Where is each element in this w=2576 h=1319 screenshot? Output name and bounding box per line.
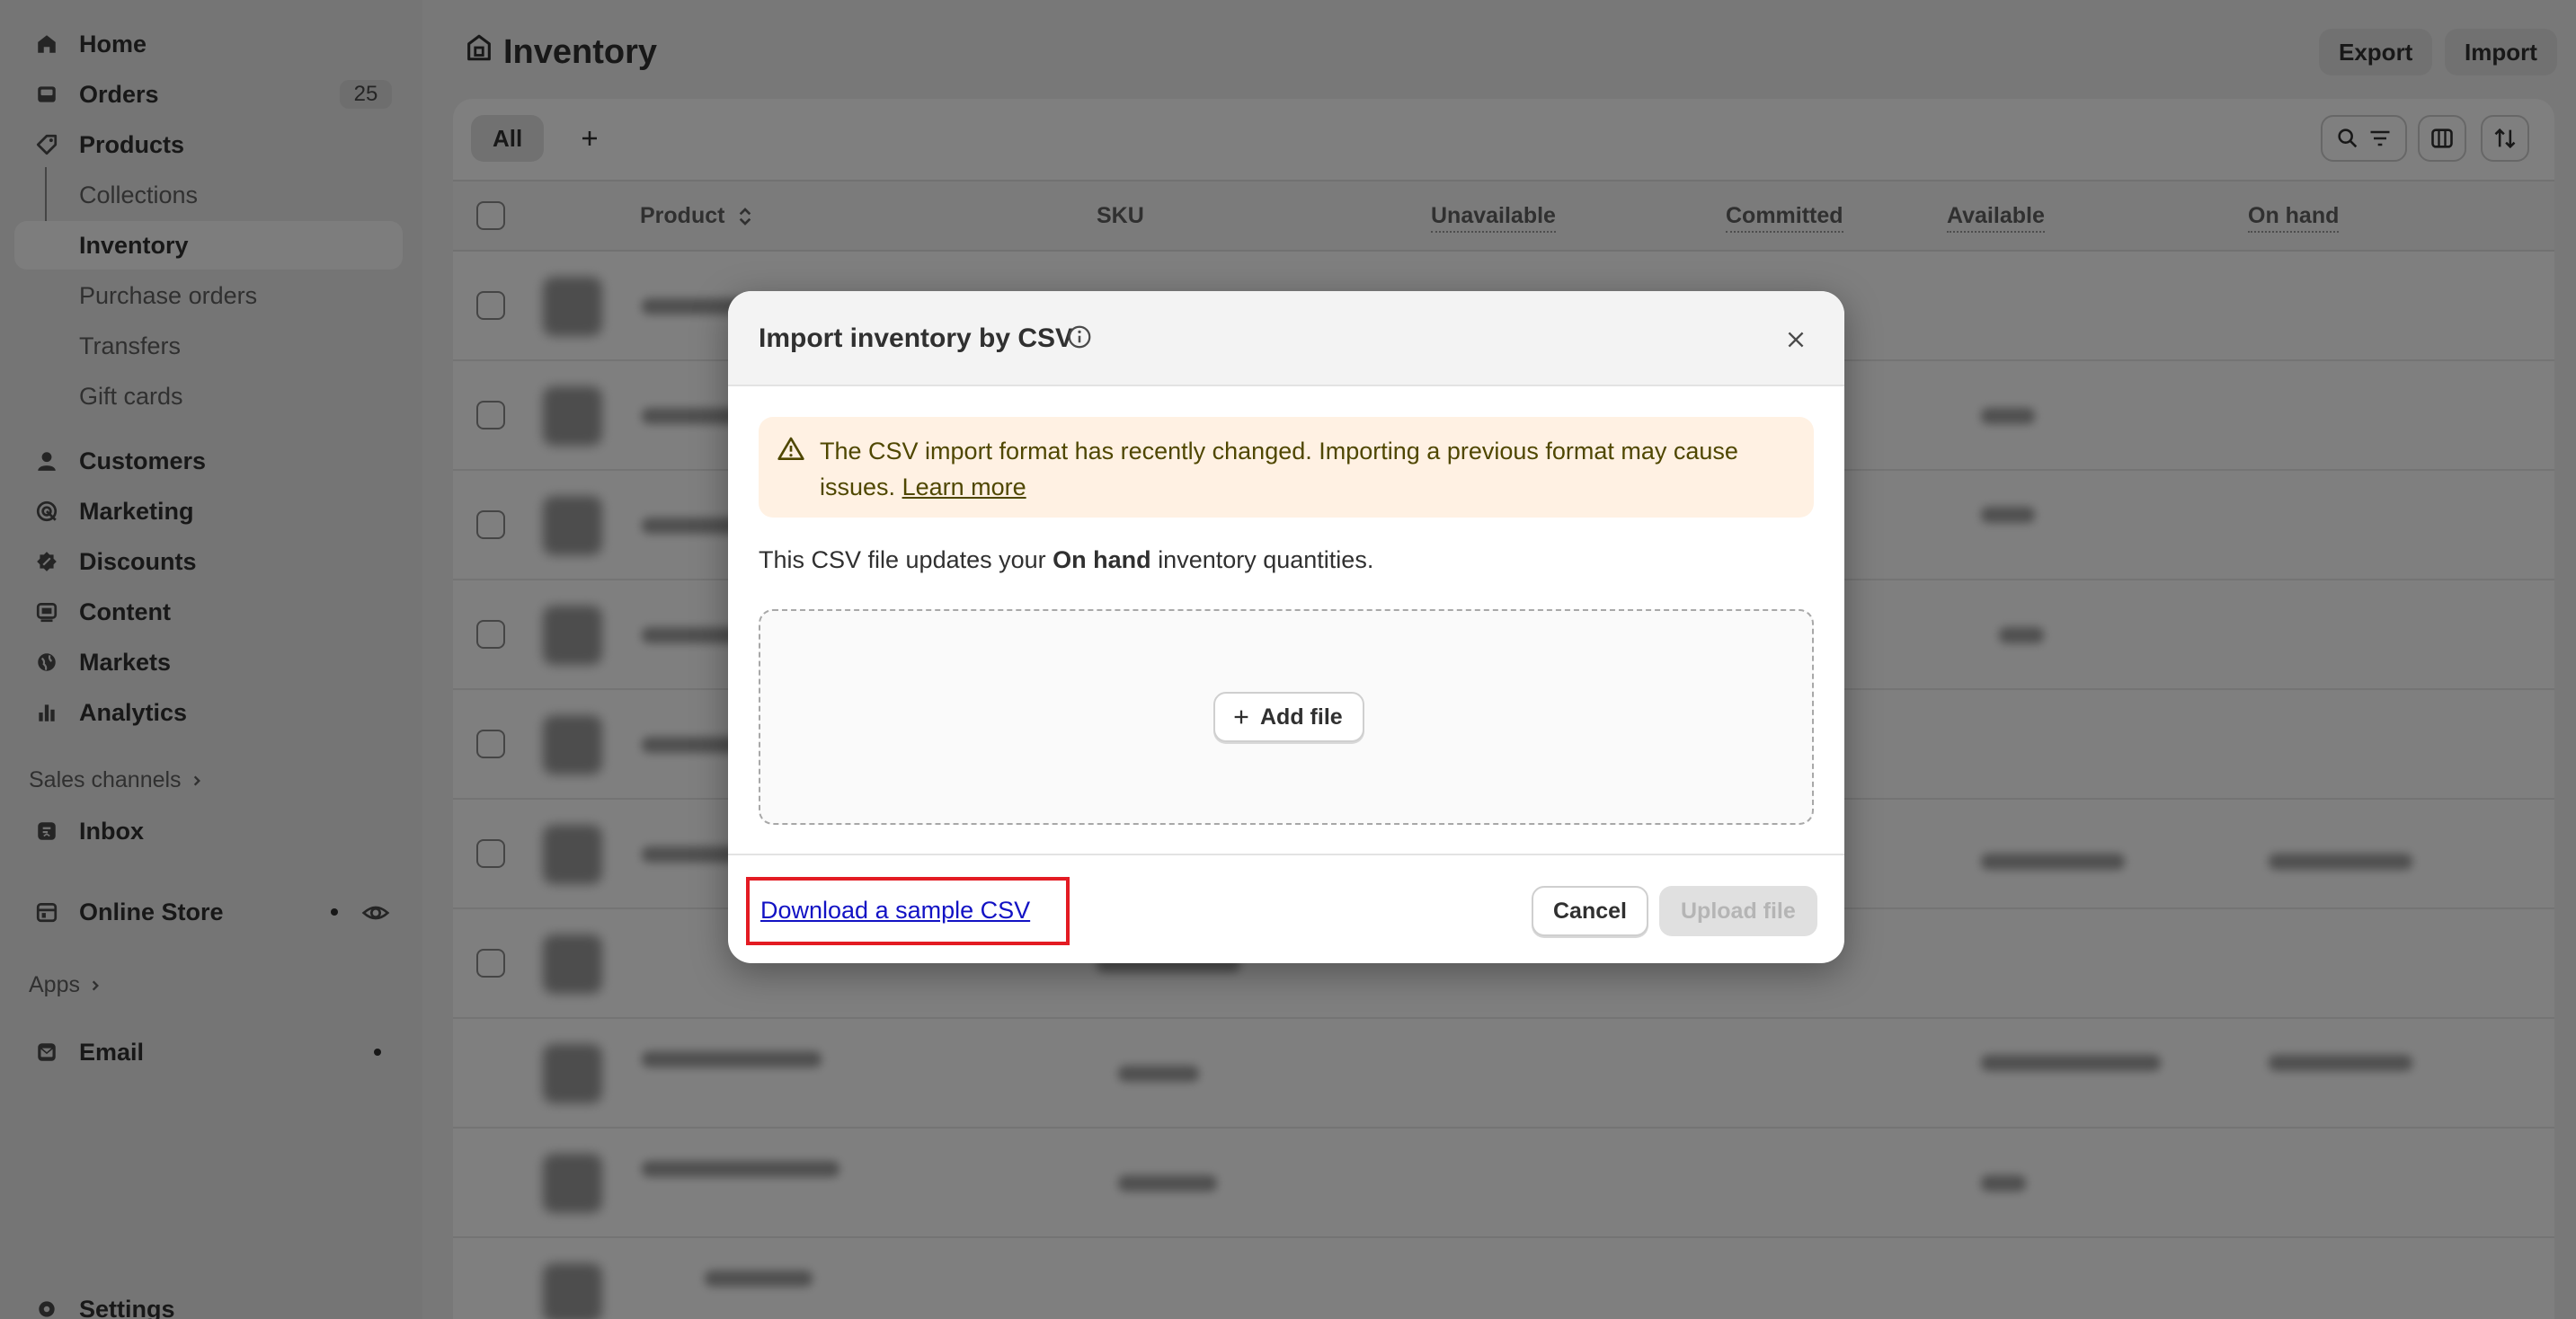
info-icon[interactable] [1066, 323, 1093, 355]
plus-icon [1234, 710, 1248, 724]
add-file-button[interactable]: Add file [1213, 692, 1364, 742]
desc-suffix: inventory quantities. [1158, 546, 1374, 573]
modal-description: This CSV file updates your On hand inven… [759, 546, 1373, 574]
warning-banner-text: The CSV import format has recently chang… [820, 433, 1799, 505]
download-sample-csv-link[interactable]: Download a sample CSV [760, 897, 1030, 925]
modal-header: Import inventory by CSV [728, 291, 1844, 386]
warning-banner: The CSV import format has recently chang… [759, 417, 1814, 518]
desc-bold: On hand [1053, 546, 1151, 573]
learn-more-link[interactable]: Learn more [902, 474, 1026, 500]
warning-icon [777, 435, 805, 468]
desc-prefix: This CSV file updates your [759, 546, 1046, 573]
close-icon [1788, 332, 1804, 348]
highlight-box: Download a sample CSV [746, 877, 1070, 945]
import-csv-modal: Import inventory by CSV The CSV import f… [728, 291, 1844, 963]
close-button[interactable] [1778, 322, 1814, 358]
add-file-label: Add file [1260, 704, 1343, 730]
cancel-button[interactable]: Cancel [1532, 886, 1648, 936]
modal-title: Import inventory by CSV [759, 323, 1074, 353]
modal-footer: Download a sample CSV Cancel Upload file [728, 854, 1844, 963]
upload-file-button[interactable]: Upload file [1659, 886, 1817, 936]
file-dropzone[interactable]: Add file [759, 609, 1814, 825]
